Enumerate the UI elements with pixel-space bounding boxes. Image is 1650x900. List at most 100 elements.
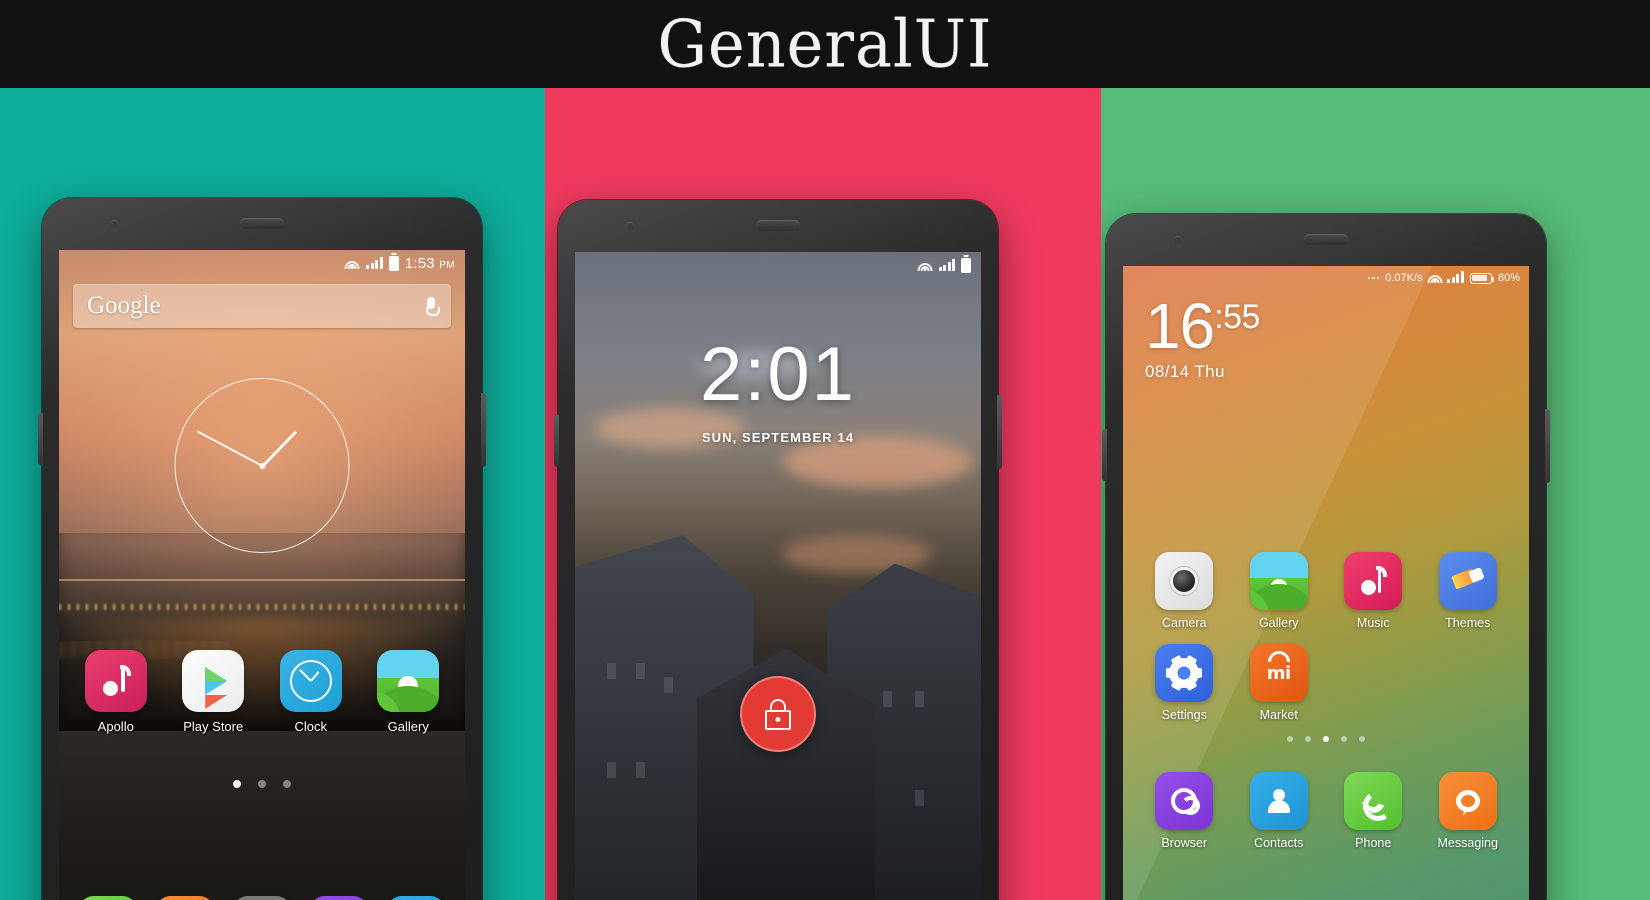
app-item[interactable]: Gallery [369, 650, 447, 734]
miui-clock-widget[interactable]: 16:55 08/14 Thu [1145, 290, 1260, 382]
landscape-icon[interactable] [377, 650, 440, 712]
mi-bag-icon[interactable]: mi [1249, 644, 1308, 702]
app-label: Camera [1162, 616, 1207, 630]
browser-swirl-icon[interactable] [1155, 772, 1214, 830]
person-icon[interactable] [386, 896, 447, 900]
speech-bubble-icon[interactable] [1438, 772, 1497, 830]
app-item[interactable]: Gallery [1232, 552, 1327, 630]
data-activity-icon [1367, 276, 1380, 280]
app-grid: Camera Gallery Music Themes Settings mi … [1123, 552, 1529, 736]
power-button[interactable] [481, 393, 486, 467]
unlock-button[interactable] [740, 676, 816, 752]
person-icon[interactable] [1249, 772, 1308, 830]
battery-icon [388, 255, 399, 271]
phone1-screen: 1:53 PM Google Apollo Play Store Clock G… [59, 250, 465, 900]
app-drawer-icon[interactable] [231, 896, 292, 900]
wallpaper-sunset-city [59, 250, 465, 900]
app-item[interactable]: Camera [1137, 552, 1232, 630]
lockscreen-date: SUN, SEPTEMBER 14 [701, 430, 855, 445]
earpiece-speaker [756, 220, 800, 231]
clock-face-icon[interactable] [279, 650, 342, 712]
dock-bar [59, 896, 465, 900]
earpiece-speaker [1304, 234, 1348, 245]
status-bar: 0.07K/s 80% [1123, 266, 1529, 290]
app-item[interactable]: Clock [272, 650, 350, 734]
app-item[interactable]: Contacts [1232, 772, 1327, 850]
panel-miui-home: 0.07K/s 80% 16:55 08/14 Thu Camera Galle… [1101, 88, 1650, 900]
play-triangle-icon[interactable] [182, 650, 245, 712]
earpiece-speaker [240, 218, 284, 229]
gear-icon[interactable] [1155, 644, 1214, 702]
power-button[interactable] [1545, 409, 1550, 483]
music-note-icon[interactable] [1344, 552, 1403, 610]
dock-bar: Browser Contacts Phone Messaging [1123, 772, 1529, 850]
power-button[interactable] [997, 395, 1002, 469]
app-label: Messaging [1437, 836, 1498, 850]
app-grid: Apollo Play Store Clock Gallery [59, 650, 465, 734]
app-label: Phone [1355, 836, 1392, 850]
phone2-screen: 2:01 SUN, SEPTEMBER 14 VODAFONE IN [575, 252, 981, 900]
app-item[interactable]: Music [1326, 552, 1421, 630]
dock-row: Browser Contacts Phone Messaging [1123, 772, 1529, 850]
app-label: Play Store [183, 719, 244, 734]
app-header: GeneralUI [0, 0, 1650, 88]
phone-bezel [42, 198, 482, 250]
battery-icon [961, 257, 971, 273]
browser-swirl-icon[interactable] [309, 896, 370, 900]
wifi-icon [344, 257, 360, 269]
app-label: Market [1259, 708, 1298, 722]
speech-bubble-icon[interactable] [154, 896, 215, 900]
padlock-icon [765, 698, 791, 730]
app-item[interactable]: mi Market [1232, 644, 1327, 722]
analog-clock-widget[interactable] [174, 378, 350, 553]
panel-lockscreen: 2:01 SUN, SEPTEMBER 14 VODAFONE IN [545, 88, 1101, 900]
microphone-icon[interactable] [425, 296, 440, 316]
battery-percent-label: 80% [1497, 272, 1520, 284]
status-bar: 1:53 PM [59, 250, 465, 276]
page-title: GeneralUI [657, 4, 993, 83]
camera-lens-icon[interactable] [1155, 552, 1214, 610]
status-bar [575, 252, 981, 278]
app-item[interactable]: Browser [1137, 772, 1232, 850]
app-label: Clock [294, 719, 327, 734]
wifi-icon [917, 259, 933, 271]
landscape-icon[interactable] [1249, 552, 1308, 610]
music-note-icon[interactable] [84, 650, 147, 712]
status-clock: 1:53 PM [404, 254, 455, 272]
phone-bezel [1106, 214, 1546, 266]
volume-button[interactable] [554, 415, 559, 467]
front-camera-icon [110, 220, 118, 228]
app-item-empty [1421, 644, 1516, 722]
app-row: Settings mi Market [1123, 644, 1529, 722]
battery-icon [1469, 272, 1495, 284]
proximity-sensor [923, 224, 928, 229]
page-indicator [1123, 736, 1529, 742]
volume-button[interactable] [1102, 429, 1107, 481]
proximity-sensor [407, 222, 412, 227]
clock-hours: 16 [1145, 290, 1215, 362]
phone3-screen: 0.07K/s 80% 16:55 08/14 Thu Camera Galle… [1123, 266, 1529, 900]
handset-icon[interactable] [77, 896, 138, 900]
showcase-panels: 1:53 PM Google Apollo Play Store Clock G… [0, 88, 1650, 900]
app-label: Gallery [387, 719, 429, 734]
app-item[interactable]: Play Store [174, 650, 252, 734]
app-item[interactable]: Themes [1421, 552, 1516, 630]
volume-button[interactable] [38, 413, 43, 465]
app-label: Themes [1445, 616, 1491, 630]
page-indicator [59, 780, 465, 788]
panel-homescreen: 1:53 PM Google Apollo Play Store Clock G… [0, 88, 545, 900]
app-item-empty [1326, 644, 1421, 722]
app-item[interactable]: Phone [1326, 772, 1421, 850]
clock-date: 08/14 Thu [1145, 361, 1225, 381]
app-item[interactable]: Settings [1137, 644, 1232, 722]
phone-mockup-3: 0.07K/s 80% 16:55 08/14 Thu Camera Galle… [1102, 214, 1550, 900]
app-item[interactable]: Messaging [1421, 772, 1516, 850]
paint-brush-icon[interactable] [1438, 552, 1497, 610]
app-item[interactable]: Apollo [77, 650, 155, 734]
phone-mockup-2: 2:01 SUN, SEPTEMBER 14 VODAFONE IN [554, 200, 1002, 900]
front-camera-icon [626, 222, 634, 230]
handset-icon[interactable] [1344, 772, 1403, 830]
google-logo: Google [87, 292, 161, 319]
google-search-bar[interactable]: Google [73, 284, 451, 328]
signal-icon [938, 259, 955, 271]
